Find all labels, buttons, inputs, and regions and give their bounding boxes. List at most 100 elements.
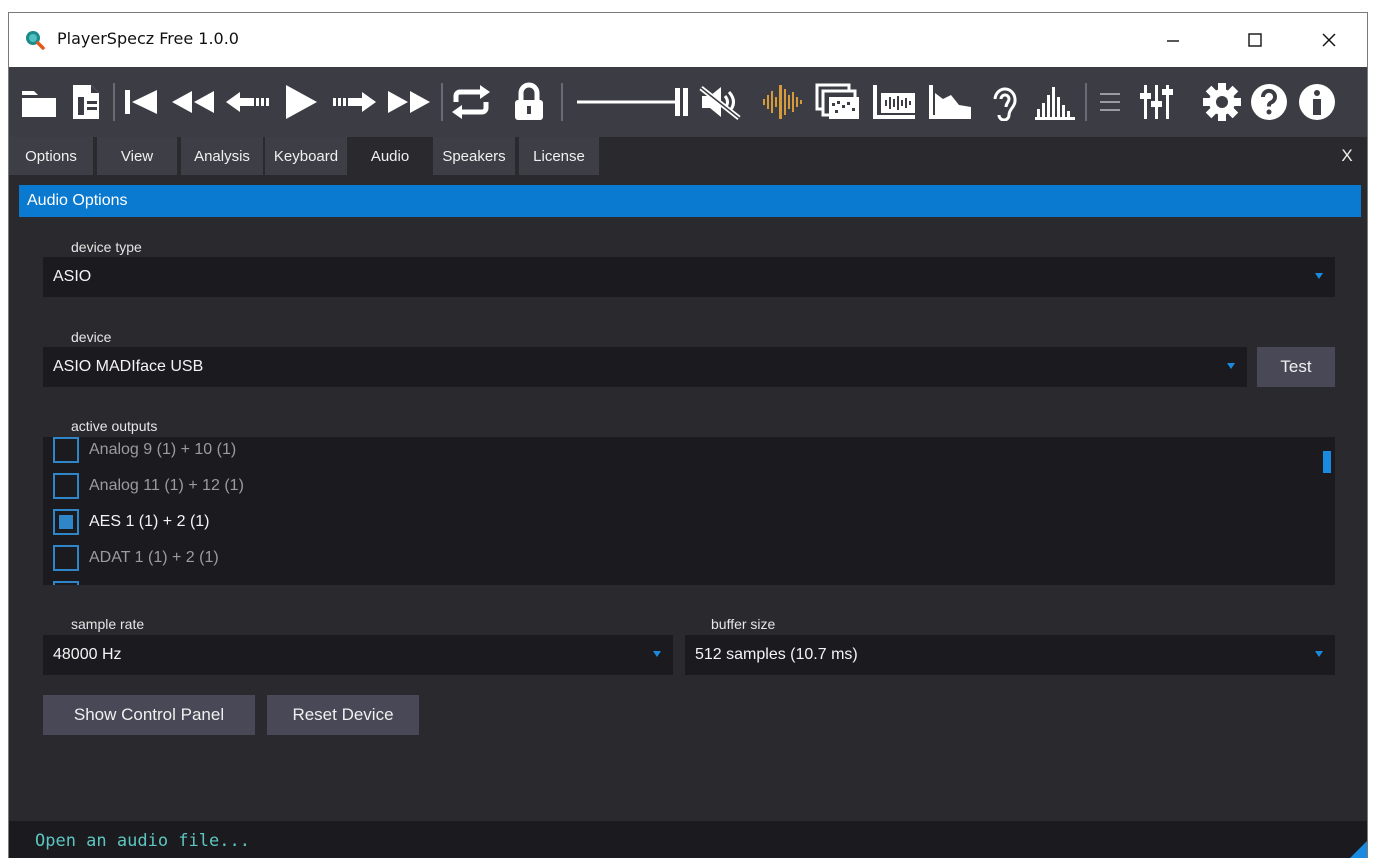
histogram-button[interactable] xyxy=(1033,81,1077,123)
show-control-panel-button[interactable]: Show Control Panel xyxy=(43,695,255,735)
buffer-size-select[interactable]: 512 samples (10.7 ms) xyxy=(685,635,1335,675)
settings-icon xyxy=(1203,83,1241,121)
tab-view[interactable]: View xyxy=(97,137,177,175)
device-value: ASIO MADIface USB xyxy=(53,358,204,375)
open-folder-icon xyxy=(22,91,56,117)
waveform-view-button[interactable] xyxy=(871,81,917,123)
lock-icon xyxy=(515,82,543,120)
toolbar xyxy=(9,67,1367,137)
list-item[interactable]: ADAT 1 (1) + 2 (1) xyxy=(53,545,219,571)
minimize-icon xyxy=(1167,40,1179,42)
checkbox[interactable] xyxy=(53,437,79,463)
open-file-button[interactable] xyxy=(67,81,107,123)
maximize-icon xyxy=(1248,33,1262,47)
check-fill xyxy=(59,515,73,529)
close-button[interactable] xyxy=(1293,13,1365,67)
status-bar: Open an audio file... xyxy=(9,821,1367,858)
toolbar-divider xyxy=(1085,83,1087,121)
chevron-down-icon xyxy=(1227,363,1235,369)
minimize-button[interactable] xyxy=(1137,13,1209,67)
checkbox-checked[interactable] xyxy=(53,509,79,535)
open-folder-button[interactable] xyxy=(19,81,61,123)
histogram-icon xyxy=(1035,87,1075,120)
app-logo-icon xyxy=(26,31,45,50)
volume-slider[interactable] xyxy=(575,81,693,123)
resize-grip-icon[interactable] xyxy=(1349,841,1367,858)
fast-forward-button[interactable] xyxy=(385,81,433,123)
step-back-icon xyxy=(226,92,269,112)
chevron-down-icon xyxy=(1315,651,1323,657)
waveform-icon xyxy=(763,85,802,119)
close-panel-button[interactable]: X xyxy=(1337,137,1357,175)
device-type-value: ASIO xyxy=(53,268,92,285)
sample-rate-label: sample rate xyxy=(71,616,145,632)
tab-speakers[interactable]: Speakers xyxy=(433,137,515,175)
buffer-size-label: buffer size xyxy=(711,616,776,632)
tab-bar: Options View Analysis Keyboard Audio Spe… xyxy=(9,137,1367,175)
device-type-select[interactable]: ASIO xyxy=(43,257,1335,297)
maximize-button[interactable] xyxy=(1219,13,1291,67)
status-text: Open an audio file... xyxy=(35,831,250,851)
info-button[interactable] xyxy=(1297,81,1337,123)
spectrum-button[interactable] xyxy=(927,81,973,123)
rewind-icon xyxy=(172,91,214,113)
settings-button[interactable] xyxy=(1201,81,1243,123)
list-item-label: AES 1 (1) + 2 (1) xyxy=(89,513,210,530)
title-bar: PlayerSpecz Free 1.0.0 xyxy=(9,13,1367,67)
step-back-button[interactable] xyxy=(223,81,271,123)
tab-keyboard[interactable]: Keyboard xyxy=(265,137,347,175)
menu-icon xyxy=(1100,93,1120,111)
mute-icon xyxy=(699,86,741,120)
checkbox[interactable] xyxy=(53,473,79,499)
rewind-button[interactable] xyxy=(169,81,217,123)
mixer-button[interactable] xyxy=(1135,81,1179,123)
menu-button[interactable] xyxy=(1095,81,1125,123)
mixer-icon xyxy=(1140,85,1173,119)
play-button[interactable] xyxy=(279,81,323,123)
fast-forward-icon xyxy=(388,91,430,113)
spectrogram-icon xyxy=(815,83,859,119)
scrollbar-thumb[interactable] xyxy=(1323,451,1331,473)
toolbar-divider xyxy=(561,83,563,121)
step-forward-button[interactable] xyxy=(331,81,379,123)
spectrogram-button[interactable] xyxy=(815,81,861,123)
active-outputs-list[interactable]: Analog 9 (1) + 10 (1) Analog 11 (1) + 12… xyxy=(43,437,1335,585)
test-button[interactable]: Test xyxy=(1257,347,1335,387)
lock-button[interactable] xyxy=(509,81,549,123)
loop-button[interactable] xyxy=(449,81,493,123)
open-file-icon xyxy=(73,85,99,119)
help-button[interactable] xyxy=(1249,81,1289,123)
list-item-partial[interactable] xyxy=(53,581,79,585)
play-icon xyxy=(286,85,317,119)
section-header: Audio Options xyxy=(19,185,1361,217)
chevron-down-icon xyxy=(653,651,661,657)
loop-icon xyxy=(452,85,490,119)
tab-analysis[interactable]: Analysis xyxy=(181,137,263,175)
help-icon xyxy=(1251,84,1287,120)
tab-audio[interactable]: Audio xyxy=(351,137,429,175)
tab-options[interactable]: Options xyxy=(9,137,93,175)
ear-button[interactable] xyxy=(985,81,1025,123)
info-icon xyxy=(1299,84,1335,120)
sample-rate-select[interactable]: 48000 Hz xyxy=(43,635,673,675)
list-item[interactable]: AES 1 (1) + 2 (1) xyxy=(53,509,210,535)
list-item-label: Analog 11 (1) + 12 (1) xyxy=(89,477,244,494)
window-title: PlayerSpecz Free 1.0.0 xyxy=(57,29,239,48)
reset-device-button[interactable]: Reset Device xyxy=(267,695,419,735)
active-outputs-label: active outputs xyxy=(71,418,158,434)
device-label: device xyxy=(71,329,112,345)
ear-icon xyxy=(993,87,1017,121)
list-item-label: ADAT 1 (1) + 2 (1) xyxy=(89,549,219,566)
app-window: PlayerSpecz Free 1.0.0 Options View Anal… xyxy=(8,12,1368,858)
skip-to-start-button[interactable] xyxy=(121,81,161,123)
checkbox[interactable] xyxy=(53,581,79,585)
list-item[interactable]: Analog 9 (1) + 10 (1) xyxy=(53,437,236,463)
tab-license[interactable]: License xyxy=(519,137,599,175)
list-item[interactable]: Analog 11 (1) + 12 (1) xyxy=(53,473,244,499)
checkbox[interactable] xyxy=(53,545,79,571)
sample-rate-value: 48000 Hz xyxy=(53,646,122,663)
device-select[interactable]: ASIO MADIface USB xyxy=(43,347,1247,387)
mute-button[interactable] xyxy=(699,81,745,123)
waveform-button[interactable] xyxy=(761,81,805,123)
waveform-view-icon xyxy=(873,85,915,119)
